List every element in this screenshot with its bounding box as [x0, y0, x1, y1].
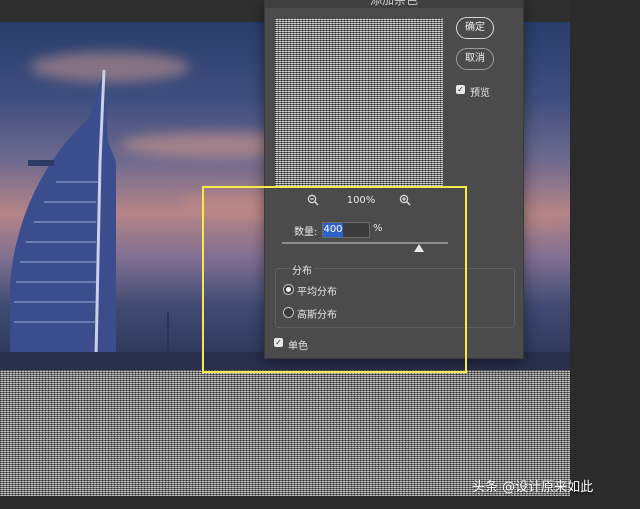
noise-preview[interactable]: [275, 18, 443, 186]
preview-label: 预览: [470, 88, 490, 99]
cancel-button[interactable]: 取消: [456, 48, 494, 70]
watermark: 头条 @设计原来如此: [472, 480, 594, 495]
highlight-annotation: [202, 186, 467, 373]
dialog-titlebar[interactable]: 添加杂色: [265, 0, 523, 8]
dialog-title: 添加杂色: [369, 0, 418, 7]
preview-checkbox[interactable]: ✓: [456, 85, 465, 94]
ok-button[interactable]: 确定: [456, 17, 494, 39]
checkmark-icon: ✓: [457, 85, 464, 94]
canvas-edge: [570, 0, 640, 509]
canvas-bottom-edge: [0, 496, 640, 509]
